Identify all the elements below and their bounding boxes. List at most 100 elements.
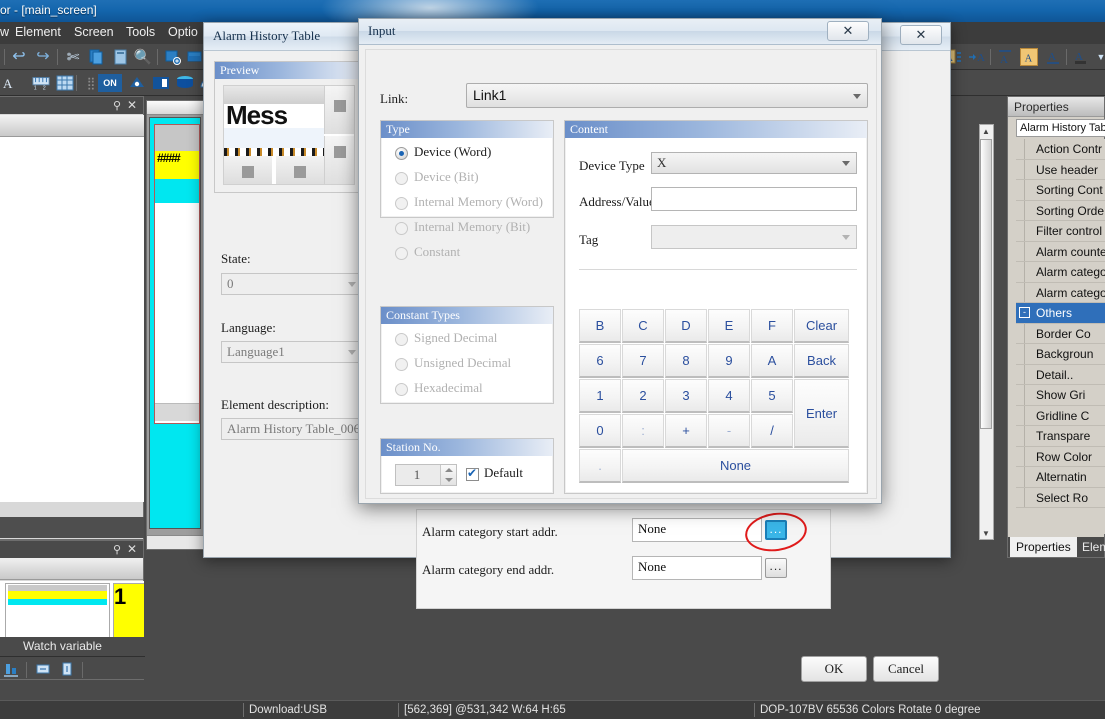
key-plus[interactable]: +: [665, 414, 707, 448]
pin-icon[interactable]: ⚲: [113, 99, 121, 112]
zoom-icon[interactable]: 🔍: [134, 48, 153, 66]
property-row[interactable]: Border Co: [1016, 323, 1105, 344]
key-4[interactable]: 4: [708, 379, 750, 413]
alarm-history-table-element[interactable]: ####: [154, 124, 200, 424]
close-icon[interactable]: ✕: [127, 542, 137, 556]
property-row[interactable]: Show Gri: [1016, 385, 1105, 406]
align-top-icon[interactable]: A: [996, 48, 1014, 66]
tab-watch-variable[interactable]: Watch variable: [16, 637, 109, 656]
element-description-input[interactable]: Alarm History Table_006: [221, 418, 373, 440]
key-2[interactable]: 2: [622, 379, 664, 413]
align-bottom-icon[interactable]: [2, 660, 20, 678]
radio-internal-memory-bit[interactable]: [395, 222, 408, 235]
property-row[interactable]: Select Ro: [1016, 487, 1105, 508]
undo-icon[interactable]: ↩: [10, 48, 28, 66]
key-f[interactable]: F: [751, 309, 793, 343]
scale-tool-icon[interactable]: 12: [32, 74, 50, 92]
property-row[interactable]: Alarm catego: [1016, 282, 1105, 303]
radio-device-word[interactable]: [395, 147, 408, 160]
property-row[interactable]: Row Color: [1016, 446, 1105, 467]
radio-unsigned-decimal[interactable]: [395, 358, 408, 371]
screen-canvas[interactable]: ####: [146, 100, 208, 550]
chevron-down-icon[interactable]: ▼: [1092, 48, 1105, 66]
distribute-horizontal-icon[interactable]: [34, 660, 52, 678]
property-row[interactable]: Filter control: [1016, 221, 1105, 242]
tank-level-icon[interactable]: [176, 74, 194, 92]
toggle-on-icon[interactable]: ON: [98, 74, 122, 92]
open-screen-icon[interactable]: [186, 48, 204, 66]
text-tool-icon[interactable]: A: [0, 74, 18, 92]
property-group-others[interactable]: - Others: [1016, 303, 1105, 324]
key-dot[interactable]: .: [579, 449, 621, 483]
property-row[interactable]: Gridline C: [1016, 405, 1105, 426]
key-c[interactable]: C: [622, 309, 664, 343]
cut-icon[interactable]: ✄: [64, 48, 82, 66]
radio-signed-decimal[interactable]: [395, 333, 408, 346]
key-8[interactable]: 8: [665, 344, 707, 378]
menu-item-element[interactable]: Element: [15, 25, 61, 39]
key-9[interactable]: 9: [708, 344, 750, 378]
link-select[interactable]: Link1: [466, 83, 868, 108]
properties-list[interactable]: Action Contr Use header Sorting Cont Sor…: [1016, 139, 1105, 534]
property-row[interactable]: Backgroun: [1016, 344, 1105, 365]
scrollbar-thumb[interactable]: [980, 139, 992, 429]
alarm-dialog-close-button[interactable]: ✕: [900, 25, 942, 45]
property-row[interactable]: Alarm catego: [1016, 262, 1105, 283]
key-back[interactable]: Back: [794, 344, 849, 378]
font-color-icon[interactable]: A: [1072, 48, 1090, 66]
scroll-down-icon[interactable]: ▼: [982, 529, 990, 538]
key-1[interactable]: 1: [579, 379, 621, 413]
alarm-category-start-browse-button[interactable]: ...: [765, 520, 787, 540]
redo-icon[interactable]: ↪: [34, 48, 52, 66]
stepper-arrows[interactable]: [440, 465, 456, 485]
ok-button[interactable]: OK: [801, 656, 867, 682]
key-5[interactable]: 5: [751, 379, 793, 413]
collapse-icon[interactable]: -: [1019, 307, 1030, 318]
address-value-input[interactable]: [651, 187, 857, 211]
radio-hexadecimal[interactable]: [395, 383, 408, 396]
tab-properties[interactable]: Properties: [1010, 537, 1077, 557]
align-middle-icon[interactable]: A: [1020, 48, 1038, 66]
alarm-category-end-browse-button[interactable]: ...: [765, 558, 787, 578]
property-row[interactable]: Action Contr: [1016, 139, 1105, 160]
alarm-icon[interactable]: [128, 74, 146, 92]
canvas-horizontal-scrollbar[interactable]: [147, 535, 207, 549]
property-row[interactable]: Sorting Orde: [1016, 200, 1105, 221]
property-row[interactable]: Alternatin: [1016, 467, 1105, 488]
key-a[interactable]: A: [751, 344, 793, 378]
distribute-vertical-icon[interactable]: [58, 660, 76, 678]
key-clear[interactable]: Clear: [794, 309, 849, 343]
property-row[interactable]: Transpare: [1016, 426, 1105, 447]
property-row[interactable]: Use header: [1016, 159, 1105, 180]
main-screen[interactable]: ####: [149, 117, 201, 529]
tag-select[interactable]: [651, 225, 857, 249]
station-default-checkbox[interactable]: [466, 466, 479, 481]
key-7[interactable]: 7: [622, 344, 664, 378]
station-no-stepper[interactable]: 1: [395, 464, 457, 486]
paste-icon[interactable]: [112, 48, 130, 66]
menu-item-tools[interactable]: Tools: [126, 25, 155, 39]
key-0[interactable]: 0: [579, 414, 621, 448]
key-e[interactable]: E: [708, 309, 750, 343]
bar-graph-icon[interactable]: [152, 74, 170, 92]
key-colon[interactable]: :: [622, 414, 664, 448]
property-row[interactable]: Sorting Cont: [1016, 180, 1105, 201]
scroll-up-icon[interactable]: ▲: [982, 127, 990, 136]
key-none[interactable]: None: [622, 449, 849, 483]
properties-element-selector[interactable]: Alarm History Tab: [1016, 119, 1105, 137]
radio-device-bit[interactable]: [395, 172, 408, 185]
key-3[interactable]: 3: [665, 379, 707, 413]
close-icon[interactable]: ✕: [127, 98, 137, 112]
input-dialog-close-button[interactable]: ✕: [827, 21, 869, 41]
screen-thumbnail[interactable]: 1: [113, 583, 144, 641]
property-row[interactable]: Detail..: [1016, 364, 1105, 385]
radio-constant[interactable]: [395, 247, 408, 260]
property-row[interactable]: Alarm counte: [1016, 241, 1105, 262]
editor-vertical-scrollbar[interactable]: ▲ ▼: [979, 124, 994, 540]
language-select[interactable]: Language1: [221, 341, 363, 363]
text-align-right-icon[interactable]: A: [968, 48, 986, 66]
key-minus[interactable]: -: [708, 414, 750, 448]
key-d[interactable]: D: [665, 309, 707, 343]
key-enter[interactable]: Enter: [794, 379, 849, 448]
menu-item-screen[interactable]: Screen: [74, 25, 114, 39]
